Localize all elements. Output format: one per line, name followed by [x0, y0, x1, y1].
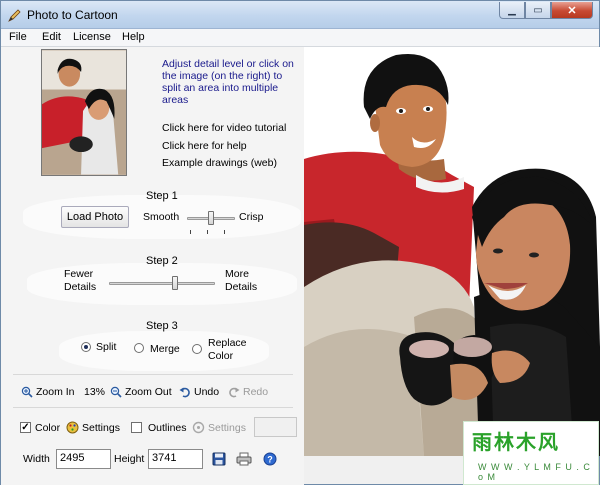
merge-label[interactable]: Merge: [150, 343, 180, 356]
outline-color-swatch: [254, 417, 297, 437]
undo-label: Undo: [194, 386, 220, 398]
undo-icon: [179, 387, 190, 398]
help-icon: ?: [263, 452, 277, 466]
zoom-out-label: Zoom Out: [125, 386, 172, 398]
zoom-in-label: Zoom In: [36, 386, 75, 398]
step1-title: Step 1: [146, 190, 178, 202]
separator: [13, 407, 293, 408]
redo-label: Redo: [243, 386, 269, 398]
maximize-button[interactable]: ▭: [525, 2, 551, 19]
width-label: Width: [23, 453, 50, 465]
menu-help[interactable]: Help: [122, 31, 145, 43]
control-panel: Adjust detail level or click on the imag…: [1, 47, 304, 485]
fewer-details-label: Fewer Details: [64, 268, 97, 293]
help-link[interactable]: Click here for help: [162, 140, 247, 152]
floppy-disk-icon: [212, 452, 226, 466]
photo-thumbnail[interactable]: [41, 49, 127, 176]
load-photo-button[interactable]: Load Photo: [61, 206, 129, 228]
cartoon-preview-canvas[interactable]: [304, 47, 600, 456]
outline-settings-button[interactable]: Settings: [192, 421, 246, 434]
watermark-url: W W W . Y L M F U . C o M: [478, 462, 591, 482]
printer-icon: [236, 452, 252, 466]
print-button[interactable]: [234, 449, 254, 469]
outlines-label: Outlines: [148, 422, 187, 434]
menu-edit[interactable]: Edit: [42, 31, 61, 43]
replace-color-label[interactable]: Replace Color: [208, 337, 247, 363]
help-button[interactable]: ?: [260, 449, 280, 469]
save-button[interactable]: [209, 449, 229, 469]
merge-radio[interactable]: [134, 343, 144, 353]
color-checkbox[interactable]: ✓: [20, 422, 31, 433]
menu-license[interactable]: License: [73, 31, 111, 43]
minimize-button[interactable]: ▁: [499, 2, 525, 19]
window-controls: ▁ ▭ ✕: [499, 2, 593, 20]
watermark-badge: 雨林木风 W W W . Y L M F U . C o M: [463, 421, 599, 485]
detail-slider-track[interactable]: [109, 282, 215, 285]
height-field[interactable]: 3741: [148, 449, 203, 469]
detail-slider-thumb[interactable]: [171, 276, 178, 290]
color-settings-label: Settings: [82, 421, 120, 434]
height-label: Height: [114, 453, 145, 465]
separator: [13, 374, 293, 375]
undo-button[interactable]: Undo: [179, 386, 219, 398]
step2-title: Step 2: [146, 255, 178, 267]
pencil-app-icon: [8, 9, 21, 22]
smooth-label: Smooth: [143, 211, 180, 223]
menu-bar: File Edit License Help: [1, 29, 599, 47]
outline-settings-label: Settings: [208, 421, 246, 434]
width-field[interactable]: 2495: [56, 449, 111, 469]
replace-color-radio[interactable]: [192, 344, 202, 354]
slider-tick: [207, 230, 208, 234]
outlines-checkbox[interactable]: [131, 422, 142, 433]
crisp-label: Crisp: [239, 211, 264, 223]
watermark-text: 雨林木风: [472, 430, 560, 454]
redo-button[interactable]: Redo: [228, 386, 268, 398]
menu-file[interactable]: File: [9, 31, 27, 43]
close-button[interactable]: ✕: [551, 2, 593, 19]
svg-text:?: ?: [267, 455, 273, 465]
more-details-label: More Details: [225, 268, 258, 293]
zoom-in-button[interactable]: Zoom In: [21, 386, 75, 398]
smooth-crisp-slider-thumb[interactable]: [208, 211, 214, 225]
slider-tick: [190, 230, 191, 234]
split-radio[interactable]: [81, 342, 91, 352]
palette-icon: [66, 421, 79, 434]
zoom-out-button[interactable]: Zoom Out: [110, 386, 172, 398]
zoom-out-icon: [110, 386, 122, 398]
example-drawings-link[interactable]: Example drawings (web): [162, 157, 277, 169]
color-label: Color: [35, 422, 61, 434]
slider-tick: [224, 230, 225, 234]
zoom-in-icon: [21, 386, 33, 398]
redo-icon: [229, 387, 240, 398]
split-label[interactable]: Split: [96, 341, 116, 354]
instructions-text: Adjust detail level or click on the imag…: [162, 58, 294, 106]
app-window: Photo to Cartoon ▁ ▭ ✕ File Edit License…: [0, 0, 600, 485]
window-title: Photo to Cartoon: [27, 8, 118, 22]
outline-settings-icon: [192, 421, 205, 434]
zoom-level: 13%: [84, 386, 106, 398]
video-tutorial-link[interactable]: Click here for video tutorial: [162, 122, 286, 134]
color-settings-button[interactable]: Settings: [66, 421, 120, 434]
step3-title: Step 3: [146, 320, 178, 332]
title-bar: Photo to Cartoon ▁ ▭ ✕: [1, 1, 599, 29]
